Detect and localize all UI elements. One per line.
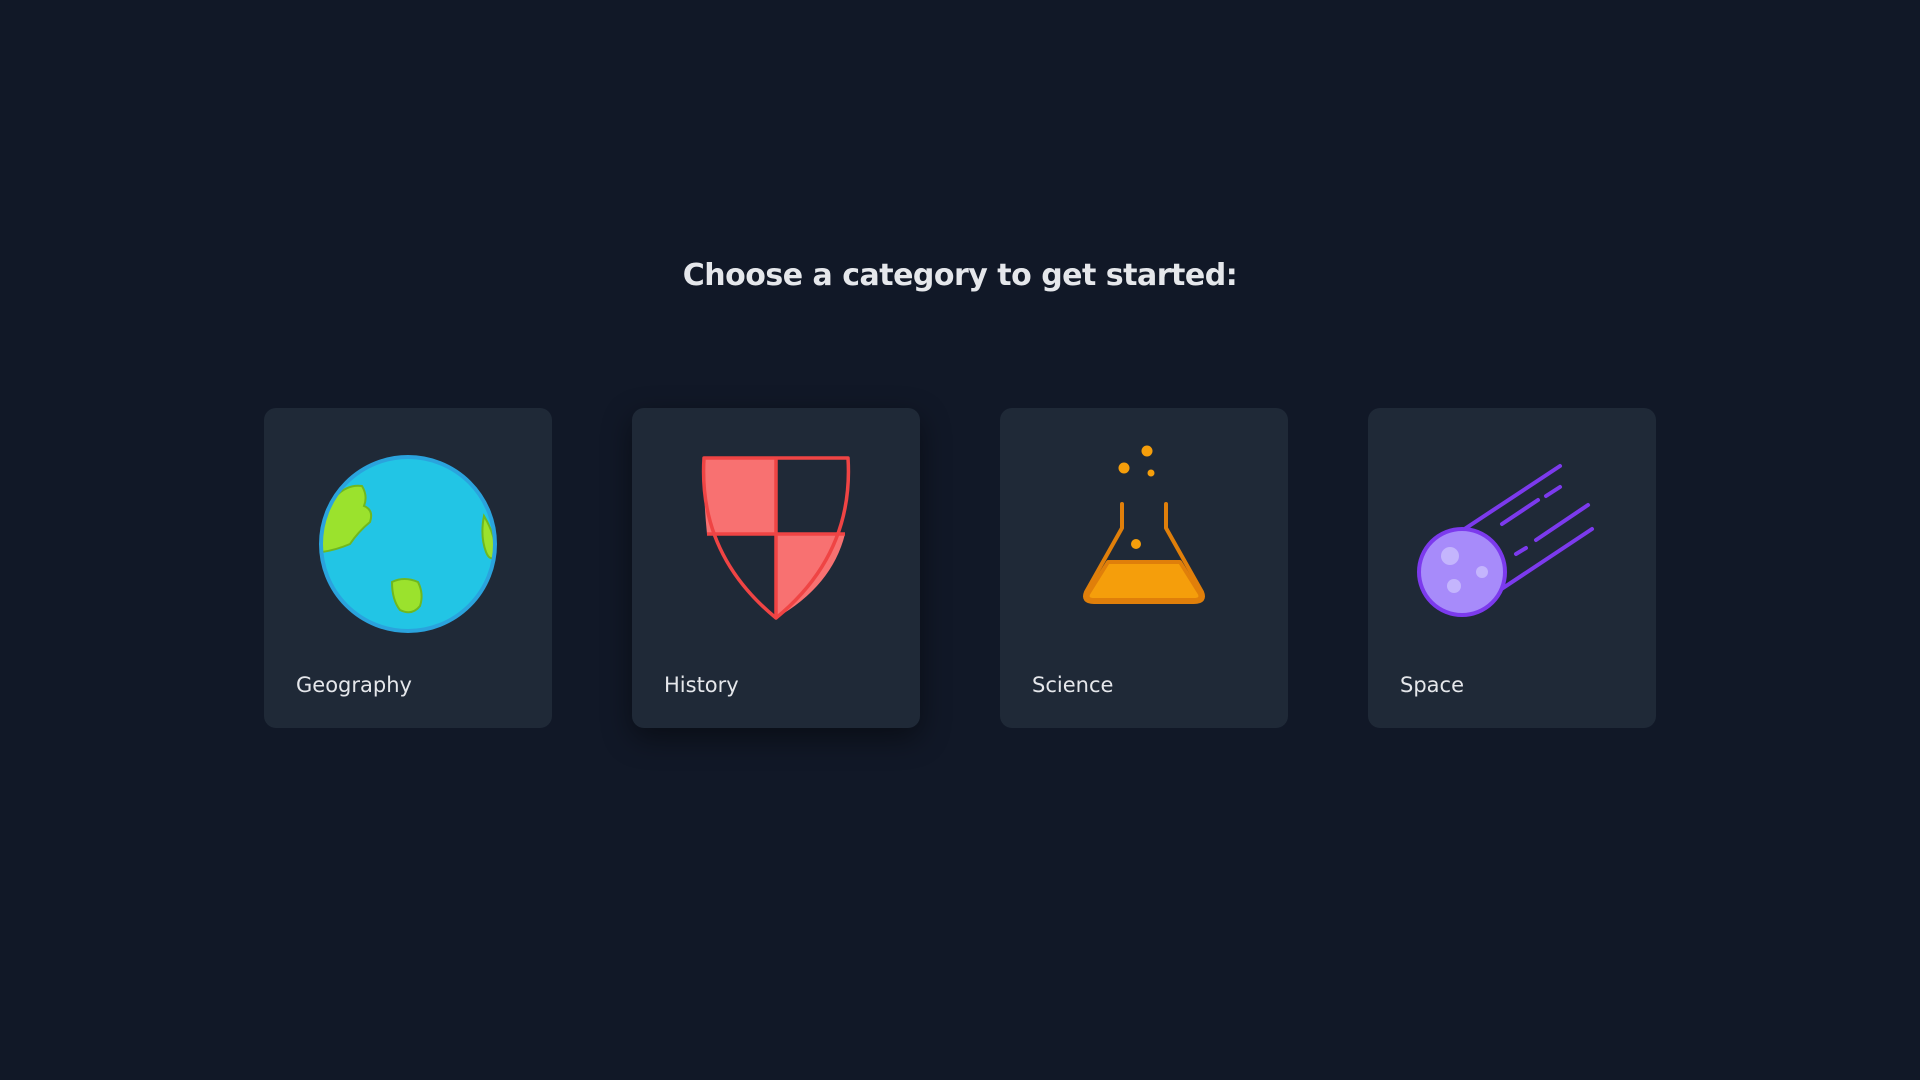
category-screen: Choose a category to get started: Geogra… <box>0 0 1920 1080</box>
flask-icon <box>1044 444 1244 644</box>
category-label: History <box>664 673 739 697</box>
globe-icon <box>308 444 508 644</box>
category-label: Space <box>1400 673 1464 697</box>
page-title: Choose a category to get started: <box>682 258 1238 293</box>
category-card-science[interactable]: Science <box>1000 408 1288 728</box>
comet-icon <box>1412 444 1612 644</box>
category-card-space[interactable]: Space <box>1368 408 1656 728</box>
category-card-geography[interactable]: Geography <box>264 408 552 728</box>
category-card-history[interactable]: History <box>632 408 920 728</box>
category-grid: Geography History Science Space <box>264 408 1656 728</box>
category-label: Geography <box>296 673 412 697</box>
category-label: Science <box>1032 673 1114 697</box>
shield-icon <box>676 444 876 644</box>
